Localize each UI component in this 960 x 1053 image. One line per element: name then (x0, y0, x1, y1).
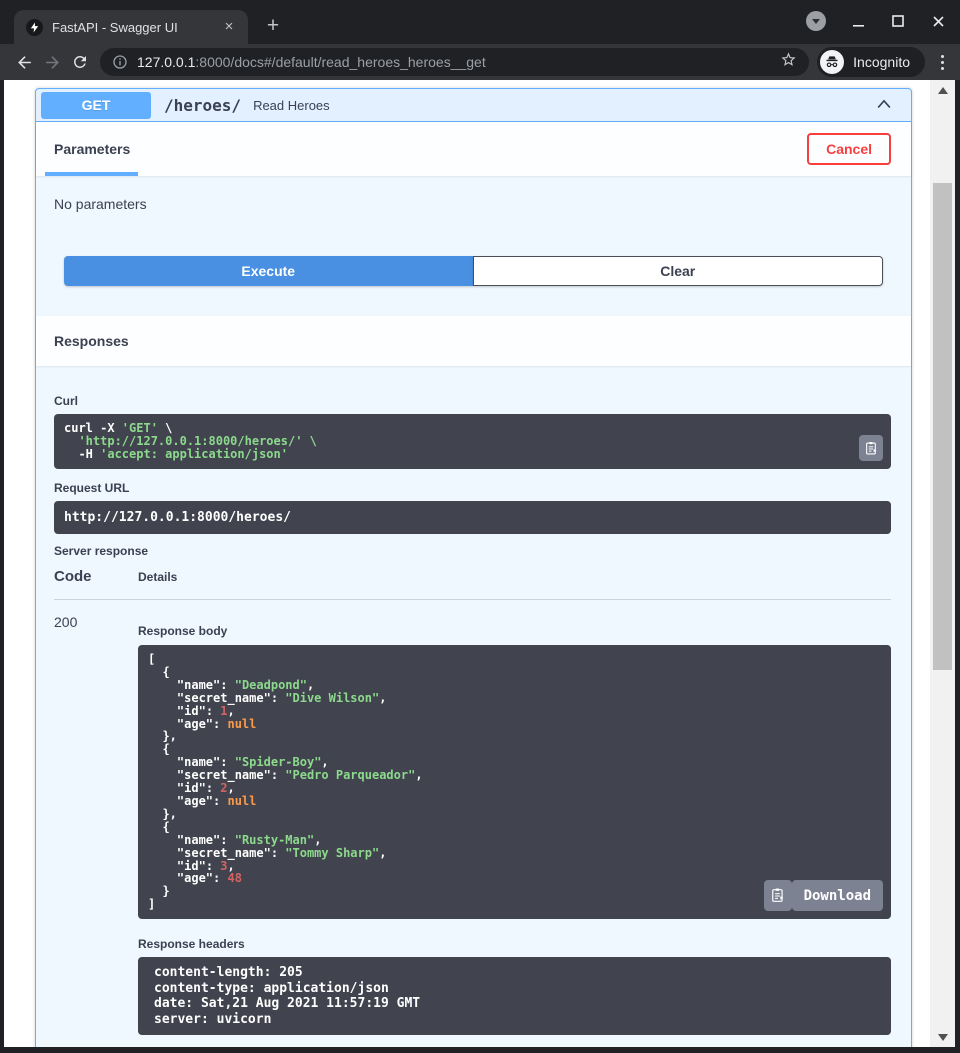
execute-button[interactable]: Execute (64, 256, 473, 286)
url-host: 127.0.0.1 (137, 54, 195, 70)
cancel-button[interactable]: Cancel (807, 133, 891, 165)
bookmark-star-icon[interactable] (780, 51, 797, 73)
close-window-button[interactable] (930, 13, 946, 29)
operation-path: /heroes/ (164, 96, 241, 115)
copy-response-button[interactable] (764, 880, 792, 911)
browser-menu-button[interactable] (934, 55, 950, 70)
request-url-label: Request URL (54, 481, 891, 495)
parameters-body: No parameters Execute Clear (36, 176, 911, 316)
address-bar[interactable]: 127.0.0.1:8000/docs#/default/read_heroes… (100, 48, 809, 76)
curl-code: curl -X 'GET' \ 'http://127.0.0.1:8000/h… (54, 414, 891, 469)
server-response-label: Server response (54, 544, 891, 558)
incognito-label: Incognito (853, 54, 910, 70)
collapse-chevron-icon[interactable] (874, 95, 894, 115)
operation-block: GET /heroes/ Read Heroes Parameters Canc… (35, 88, 912, 1047)
download-button[interactable]: Download (792, 880, 883, 911)
browser-toolbar: 127.0.0.1:8000/docs#/default/read_heroes… (0, 44, 960, 80)
responses-body: Curl curl -X 'GET' \ 'http://127.0.0.1:8… (36, 366, 911, 1047)
active-tab-underline (45, 172, 138, 176)
tab-search-button[interactable] (806, 11, 826, 31)
operation-description: Read Heroes (253, 98, 874, 113)
tab-title: FastAPI - Swagger UI (52, 20, 220, 35)
back-button[interactable] (10, 48, 38, 76)
swagger-page: GET /heroes/ Read Heroes Parameters Canc… (4, 80, 930, 1047)
details-column-header: Details (138, 570, 891, 584)
vertical-scrollbar[interactable] (930, 80, 955, 1047)
responses-title: Responses (54, 333, 129, 349)
incognito-icon (820, 50, 844, 74)
response-row: 200 Response body Download[ { "name": "D… (54, 600, 891, 1035)
copy-curl-button[interactable] (859, 435, 883, 461)
page-info-icon[interactable] (112, 54, 128, 70)
incognito-badge: Incognito (817, 47, 925, 77)
no-parameters-text: No parameters (36, 176, 911, 212)
tab-close-icon[interactable]: × (220, 18, 238, 36)
new-tab-button[interactable]: + (258, 12, 288, 42)
tab-strip: FastAPI - Swagger UI × + (0, 0, 960, 44)
operation-summary[interactable]: GET /heroes/ Read Heroes (36, 89, 911, 122)
parameters-title: Parameters (54, 141, 130, 157)
response-body-code: Download[ { "name": "Deadpond", "secret_… (138, 645, 891, 919)
code-column-header: Code (54, 568, 138, 585)
url-text: 127.0.0.1:8000/docs#/default/read_heroes… (137, 54, 772, 70)
status-code: 200 (54, 614, 138, 1035)
execute-row: Execute Clear (64, 256, 883, 286)
response-headers-code: content-length: 205 content-type: applic… (138, 957, 891, 1035)
fastapi-favicon-icon (26, 19, 43, 36)
server-response-table: Code Details 200 Response body Download[… (54, 568, 891, 1035)
browser-window: FastAPI - Swagger UI × + (0, 0, 960, 1053)
scrollbar-thumb[interactable] (933, 183, 952, 670)
response-body-label: Response body (138, 624, 891, 638)
browser-tab[interactable]: FastAPI - Swagger UI × (14, 10, 248, 44)
response-details: Response body Download[ { "name": "Deadp… (138, 614, 891, 1035)
curl-label: Curl (54, 394, 891, 408)
reload-button[interactable] (66, 48, 94, 76)
scroll-up-arrow-icon[interactable] (930, 82, 955, 98)
request-url-value: http://127.0.0.1:8000/heroes/ (54, 501, 891, 534)
forward-button[interactable] (38, 48, 66, 76)
page-content: GET /heroes/ Read Heroes Parameters Canc… (4, 80, 955, 1047)
maximize-button[interactable] (890, 13, 906, 29)
method-badge: GET (41, 92, 151, 119)
responses-header: Responses (36, 316, 911, 366)
url-path: :8000/docs#/default/read_heroes_heroes__… (195, 54, 485, 70)
response-headers-label: Response headers (138, 937, 891, 951)
window-controls (806, 11, 946, 31)
response-table-header: Code Details (54, 568, 891, 600)
scroll-down-arrow-icon[interactable] (930, 1029, 955, 1045)
parameters-header: Parameters Cancel (36, 122, 911, 176)
clear-button[interactable]: Clear (473, 256, 884, 286)
minimize-button[interactable] (850, 13, 866, 29)
